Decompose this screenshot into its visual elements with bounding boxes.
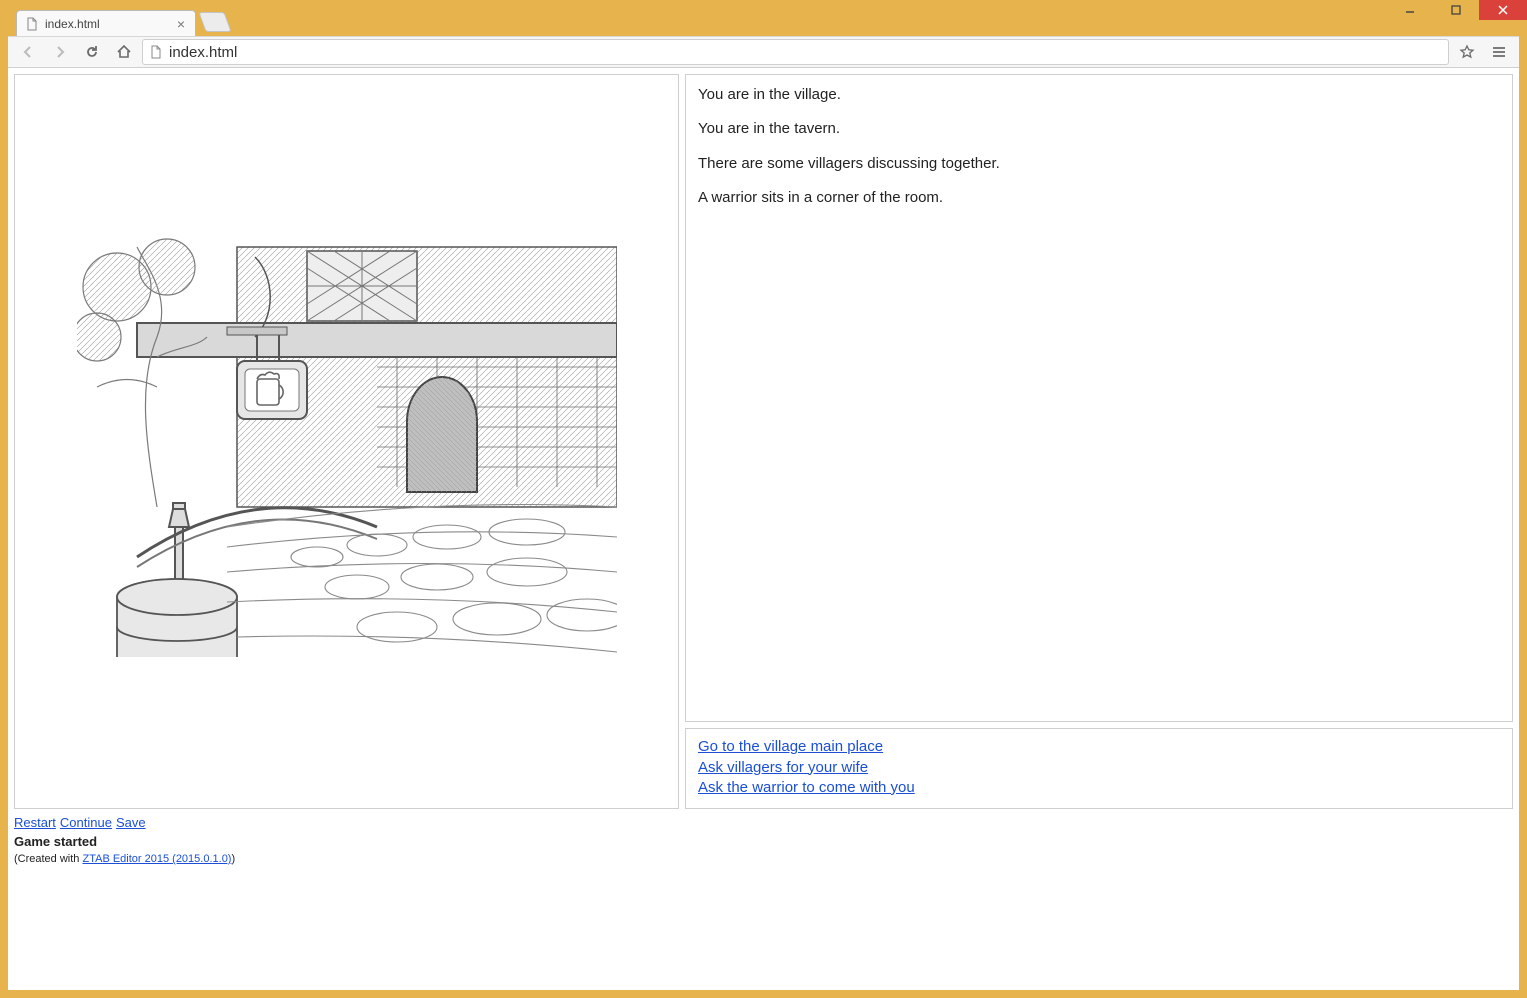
minimize-button[interactable] bbox=[1387, 0, 1433, 20]
tab-title: index.html bbox=[45, 17, 100, 31]
page-body: You are in the village. You are in the t… bbox=[8, 68, 1519, 990]
tab-close-icon[interactable]: × bbox=[175, 17, 187, 31]
credit-link[interactable]: ZTAB Editor 2015 (2015.0.1.0) bbox=[82, 853, 231, 865]
choices-panel: Go to the village main place Ask village… bbox=[685, 728, 1513, 809]
address-bar[interactable]: index.html bbox=[142, 39, 1449, 65]
choice-link[interactable]: Ask the warrior to come with you bbox=[698, 778, 1500, 798]
url-text: index.html bbox=[169, 44, 237, 61]
file-icon bbox=[25, 17, 39, 31]
home-button[interactable] bbox=[110, 38, 138, 66]
hamburger-menu-icon[interactable] bbox=[1485, 38, 1513, 66]
continue-link[interactable]: Continue bbox=[60, 815, 112, 830]
browser-tab[interactable]: index.html × bbox=[16, 10, 196, 36]
forward-button[interactable] bbox=[46, 38, 74, 66]
browser-toolbar: index.html bbox=[8, 36, 1519, 68]
reload-button[interactable] bbox=[78, 38, 106, 66]
story-paragraph: There are some villagers discussing toge… bbox=[698, 154, 1500, 174]
choice-link[interactable]: Go to the village main place bbox=[698, 737, 1500, 757]
story-paragraph: You are in the tavern. bbox=[698, 119, 1500, 139]
story-paragraph: You are in the village. bbox=[698, 85, 1500, 105]
scene-image-panel bbox=[14, 74, 679, 809]
status-text: Game started bbox=[14, 834, 1513, 849]
window-controls bbox=[1387, 0, 1527, 22]
game-footer: Restart Continue Save Game started (Crea… bbox=[14, 815, 1513, 865]
save-link[interactable]: Save bbox=[116, 815, 146, 830]
restart-link[interactable]: Restart bbox=[14, 815, 56, 830]
story-text-panel: You are in the village. You are in the t… bbox=[685, 74, 1513, 722]
credit-suffix: ) bbox=[231, 853, 235, 865]
back-button[interactable] bbox=[14, 38, 42, 66]
bookmark-star-icon[interactable] bbox=[1453, 38, 1481, 66]
close-window-button[interactable] bbox=[1479, 0, 1527, 20]
maximize-button[interactable] bbox=[1433, 0, 1479, 20]
new-tab-button[interactable] bbox=[198, 12, 231, 32]
credit-prefix: (Created with bbox=[14, 853, 82, 865]
choice-link[interactable]: Ask villagers for your wife bbox=[698, 758, 1500, 778]
credit-line: (Created with ZTAB Editor 2015 (2015.0.1… bbox=[14, 853, 1513, 865]
story-paragraph: A warrior sits in a corner of the room. bbox=[698, 188, 1500, 208]
browser-tabstrip: index.html × bbox=[8, 8, 1519, 36]
page-icon bbox=[149, 45, 163, 59]
tavern-scene-illustration bbox=[77, 227, 617, 657]
